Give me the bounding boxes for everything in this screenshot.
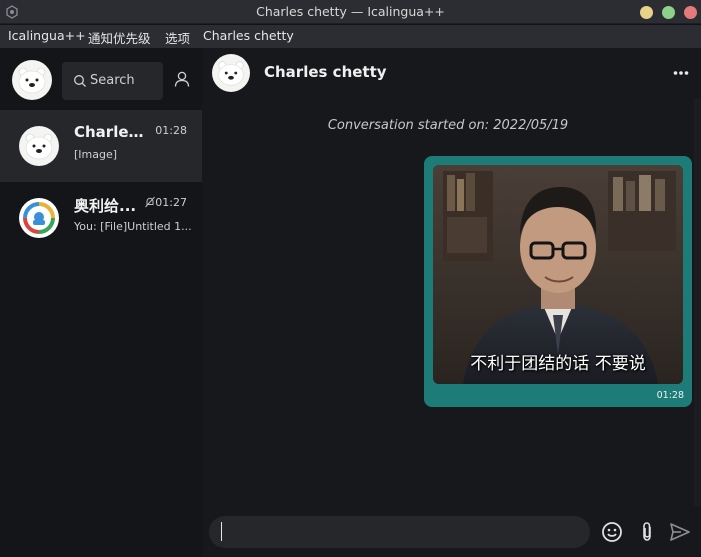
image-caption: 不利于团结的话 不要说 xyxy=(470,354,646,374)
app-window: Charles chetty — Icalingua++ Icalingua++… xyxy=(0,0,701,557)
chat-title: Charles chetty xyxy=(264,63,387,81)
conversation-start-label: Conversation started on: 2022/05/19 xyxy=(327,118,569,133)
contacts-icon[interactable] xyxy=(173,70,191,88)
menu-options[interactable]: 选项 xyxy=(165,28,190,47)
group-avatar-icon xyxy=(19,198,59,238)
chat-name: Charles ... xyxy=(74,123,152,141)
message-scrollbar[interactable] xyxy=(694,98,701,506)
polar-bear-icon xyxy=(12,60,52,100)
chat-preview: [Image] xyxy=(74,148,118,161)
message-input[interactable] xyxy=(209,516,590,548)
search-box[interactable] xyxy=(62,62,163,100)
menu-bar: Icalingua++ 通知优先级 选项 Charles chetty xyxy=(0,25,701,48)
search-icon xyxy=(74,75,86,87)
emoji-icon[interactable] xyxy=(600,520,624,544)
search-input[interactable] xyxy=(90,70,160,90)
chat-avatar xyxy=(19,126,59,166)
text-caret xyxy=(221,522,222,541)
more-icon[interactable] xyxy=(673,70,689,76)
image-message[interactable]: 不利于团结的话 不要说 xyxy=(433,165,683,384)
chat-list-item[interactable]: 奥利给... 01:27 You: [File]Untitled 1... xyxy=(0,182,202,254)
chat-time: 01:28 xyxy=(155,124,187,137)
polar-bear-icon xyxy=(19,126,59,166)
attach-icon[interactable] xyxy=(635,520,659,544)
chat-time: 01:27 xyxy=(155,196,187,209)
message-time: 01:28 xyxy=(656,390,684,401)
menu-icalingua[interactable]: Icalingua++ xyxy=(8,28,86,43)
sidebar: Charles ... 01:28 [Image] 奥利给... xyxy=(0,48,202,557)
maximize-button[interactable] xyxy=(662,6,675,19)
chat-header-avatar[interactable] xyxy=(212,54,250,92)
polar-bear-icon xyxy=(212,54,250,92)
minimize-button[interactable] xyxy=(640,6,653,19)
chat-preview: You: [File]Untitled 1... xyxy=(74,220,192,233)
chat-list-item[interactable]: Charles ... 01:28 [Image] xyxy=(0,110,202,182)
chat-pane: Charles chetty Conversation started on: … xyxy=(202,48,701,557)
message-bubble[interactable]: 不利于团结的话 不要说 01:28 xyxy=(424,156,692,407)
chat-name: 奥利给... xyxy=(74,197,137,215)
title-bar: Charles chetty — Icalingua++ xyxy=(0,0,701,24)
chat-avatar xyxy=(19,198,59,238)
window-title: Charles chetty — Icalingua++ xyxy=(256,4,445,19)
my-avatar[interactable] xyxy=(12,60,52,100)
message-list[interactable]: Conversation started on: 2022/05/19 不利于团… xyxy=(202,98,694,506)
menu-chat[interactable]: Charles chetty xyxy=(203,28,294,43)
sidebar-header xyxy=(0,48,202,110)
composer xyxy=(202,506,701,557)
close-button[interactable] xyxy=(684,6,697,19)
chat-header: Charles chetty xyxy=(202,48,701,98)
mute-icon xyxy=(145,196,155,208)
menu-notification-priority[interactable]: 通知优先级 xyxy=(88,28,151,47)
send-icon[interactable] xyxy=(668,520,692,544)
